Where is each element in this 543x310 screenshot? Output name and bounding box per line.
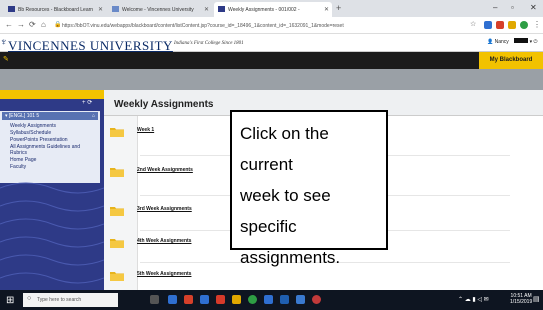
home-icon[interactable]: ⌂ xyxy=(41,20,46,29)
browser-tab[interactable]: Welcome - Vincennes University ✕ xyxy=(108,2,212,17)
course-menu-panel: ▾ [ENGL] 101 5 ⌂ Weekly Assignments Syll… xyxy=(0,111,100,183)
course-menu: + ⟳ ▾ [ENGL] 101 5 ⌂ Weekly Assignments … xyxy=(0,90,104,290)
url-field[interactable]: https://bbOT.vinu.edu/webapps/blackboard… xyxy=(52,20,412,31)
tab-label: Welcome - Vincennes University xyxy=(122,7,194,13)
address-bar-row: ← → ⟳ ⌂ 🔒 https://bbOT.vinu.edu/webapps/… xyxy=(0,17,543,34)
windows-taskbar: ⊞ Type here to search ○ ⌃ ☁ ▮ ◁ ✉ 10:51 … xyxy=(0,290,543,310)
taskbar-search-input[interactable]: Type here to search xyxy=(23,293,118,307)
clock-date: 1/15/2019 xyxy=(510,299,533,305)
tab-label: Weekly Assignments - 001/002 - xyxy=(228,7,300,13)
folder-icon xyxy=(110,128,124,137)
top-navigation-band: ✎ xyxy=(0,52,543,69)
close-tab-icon[interactable]: ✕ xyxy=(204,6,209,13)
site-header: ♆ VINCENNES UNIVERSITY Indiana's First C… xyxy=(0,34,543,53)
sidebar-item-weekly-assignments[interactable]: Weekly Assignments xyxy=(10,123,96,129)
word-icon[interactable] xyxy=(280,295,289,304)
item-link-week-3[interactable]: 3rd Week Assignments xyxy=(137,206,192,212)
maps-icon[interactable] xyxy=(312,295,321,304)
sidebar-item-faculty[interactable]: Faculty xyxy=(10,164,96,170)
sidebar-item-home-page[interactable]: Home Page xyxy=(10,157,96,163)
course-menu-tools[interactable]: + ⟳ xyxy=(82,99,92,106)
callout-line: Click on the current xyxy=(240,124,329,174)
browser-tab-bar: Bb Resources - Blackboard Learn ✕ Welcom… xyxy=(0,0,543,17)
folder-icon xyxy=(110,168,124,177)
callout-line: week to see specific xyxy=(240,186,331,236)
bookmark-star-icon[interactable]: ☆ xyxy=(470,20,476,28)
sidebar-item-powerpoints[interactable]: PowerPoints Presentation xyxy=(10,137,96,143)
redacted-name xyxy=(514,38,529,43)
chrome-icon[interactable] xyxy=(248,295,257,304)
chevron-down-icon: ▾ xyxy=(5,113,8,119)
ie-icon[interactable] xyxy=(200,295,209,304)
browser-tab-active[interactable]: Weekly Assignments - 001/002 - ✕ xyxy=(214,2,332,17)
user-menu[interactable]: 👤 Nancy ▾ ⏻ xyxy=(487,38,537,45)
system-tray[interactable]: ⌃ ☁ ▮ ◁ ✉ xyxy=(458,296,489,303)
screen: Bb Resources - Blackboard Learn ✕ Welcom… xyxy=(0,0,543,310)
maximize-icon[interactable]: ▫ xyxy=(511,3,514,12)
folder-icon xyxy=(110,272,124,281)
tab-label: Bb Resources - Blackboard Learn xyxy=(18,7,94,13)
forward-icon[interactable]: → xyxy=(17,20,25,29)
folder-icon xyxy=(110,239,124,248)
page-title: Weekly Assignments xyxy=(114,99,214,110)
close-tab-icon[interactable]: ✕ xyxy=(98,6,103,13)
add-menu-item-icon[interactable]: + xyxy=(82,100,86,106)
extension-icon[interactable] xyxy=(496,21,504,29)
edit-pencil-icon[interactable]: ✎ xyxy=(3,55,9,63)
folder-icon xyxy=(110,207,124,216)
close-tab-icon[interactable]: ✕ xyxy=(324,6,329,13)
vu-crest-icon: ♆ xyxy=(0,37,8,48)
chevron-down-icon: ▾ xyxy=(529,39,533,45)
task-view-icon[interactable] xyxy=(150,295,159,304)
extension-icon[interactable] xyxy=(508,21,516,29)
back-icon[interactable]: ← xyxy=(5,20,13,29)
menu-dots-icon[interactable]: ⋮ xyxy=(533,20,541,29)
windows-start-icon[interactable]: ⊞ xyxy=(6,295,14,306)
store-icon[interactable] xyxy=(264,295,273,304)
close-window-icon[interactable]: ✕ xyxy=(530,3,537,12)
file-explorer-icon[interactable] xyxy=(232,295,241,304)
powerpoint-icon[interactable] xyxy=(184,295,193,304)
item-link-week-1[interactable]: Week 1 xyxy=(137,127,154,133)
decorative-wave-pattern xyxy=(0,182,104,284)
course-menu-stripe xyxy=(0,90,104,99)
course-title-text: [ENGL] 101 5 xyxy=(8,113,40,119)
course-title[interactable]: ▾ [ENGL] 101 5 ⌂ xyxy=(2,112,98,120)
item-link-week-4[interactable]: 4th Week Assignments xyxy=(137,238,191,244)
power-icon[interactable]: ⏻ xyxy=(534,39,538,45)
edge-icon[interactable] xyxy=(168,295,177,304)
instruction-callout: Click on the current week to see specifi… xyxy=(230,110,388,267)
user-icon: 👤 xyxy=(487,39,494,45)
outlook-icon[interactable] xyxy=(216,295,225,304)
refresh-icon[interactable]: ⟳ xyxy=(87,100,92,106)
my-blackboard-tab[interactable]: My Blackboard xyxy=(479,52,543,69)
blackboard-favicon-icon xyxy=(8,6,15,12)
extension-icon[interactable] xyxy=(484,21,492,29)
item-link-week-5[interactable]: 5th Week Assignments xyxy=(137,271,191,277)
browser-tab[interactable]: Bb Resources - Blackboard Learn ✕ xyxy=(4,2,106,17)
blackboard-favicon-icon xyxy=(218,6,225,12)
callout-line: assignments. xyxy=(240,248,341,267)
new-tab-icon[interactable]: + xyxy=(336,3,341,13)
breadcrumb-band xyxy=(0,69,543,153)
reload-icon[interactable]: ⟳ xyxy=(29,20,36,29)
vu-favicon-icon xyxy=(112,6,119,12)
notifications-icon[interactable]: ▤ xyxy=(533,295,540,303)
taskbar-clock[interactable]: 10:51 AM 1/15/2019 xyxy=(510,293,532,305)
sidebar-item-syllabus[interactable]: Syllabus/Schedule xyxy=(10,130,96,136)
item-link-week-2[interactable]: 2nd Week Assignments xyxy=(137,167,193,173)
home-icon[interactable]: ⌂ xyxy=(92,113,95,119)
minimize-icon[interactable]: – xyxy=(493,3,497,12)
search-icon: ○ xyxy=(27,295,32,302)
sidebar-item-assignment-guidelines[interactable]: All Assignments Guidelines and Rubrics xyxy=(10,144,96,156)
photos-icon[interactable] xyxy=(296,295,305,304)
user-name: Nancy xyxy=(494,39,509,45)
site-tagline: Indiana's First College Since 1801 xyxy=(174,41,244,46)
profile-avatar-icon[interactable] xyxy=(520,21,528,29)
